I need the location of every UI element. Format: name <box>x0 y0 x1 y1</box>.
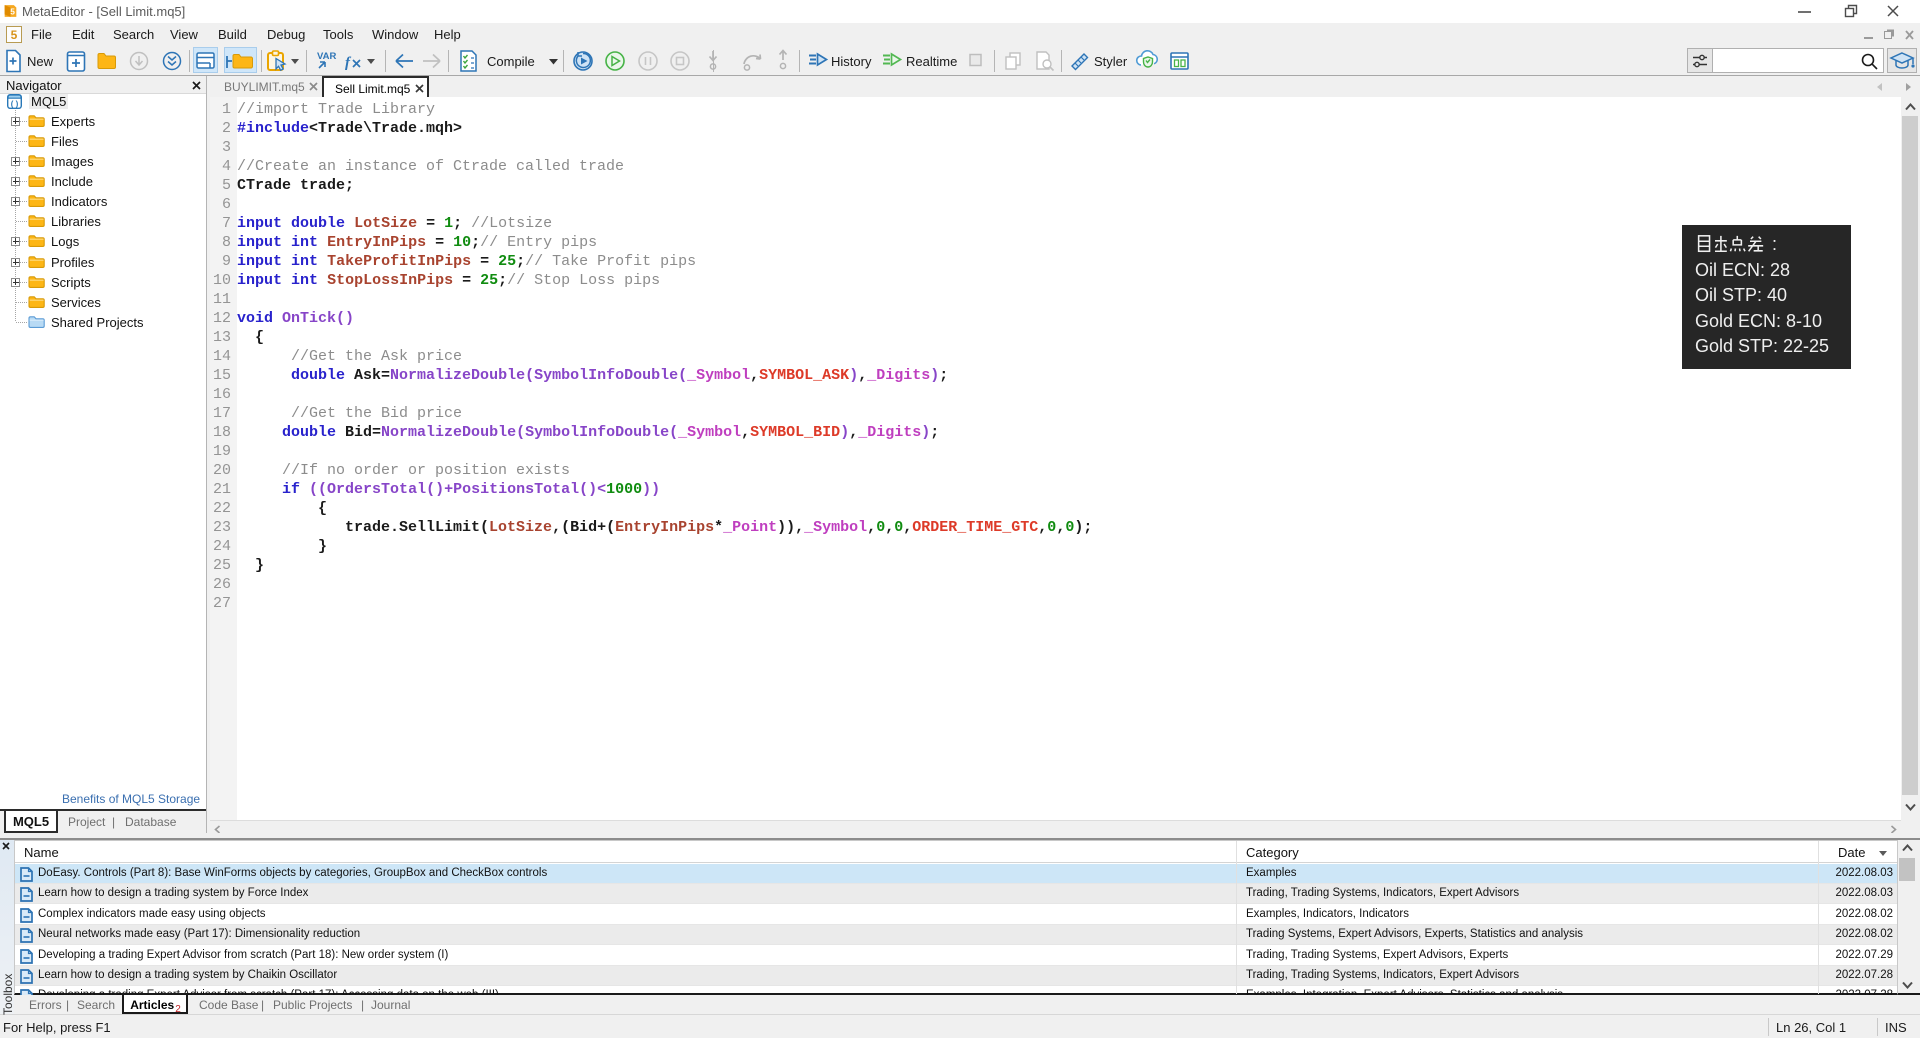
svg-text:f: f <box>345 55 352 71</box>
svg-text:5: 5 <box>10 6 15 16</box>
svg-text:( ): ( ) <box>11 100 19 109</box>
svg-text:VAR: VAR <box>317 51 336 62</box>
svg-text:5: 5 <box>11 28 18 42</box>
svg-text:Toolbox: Toolbox <box>1 974 15 1015</box>
